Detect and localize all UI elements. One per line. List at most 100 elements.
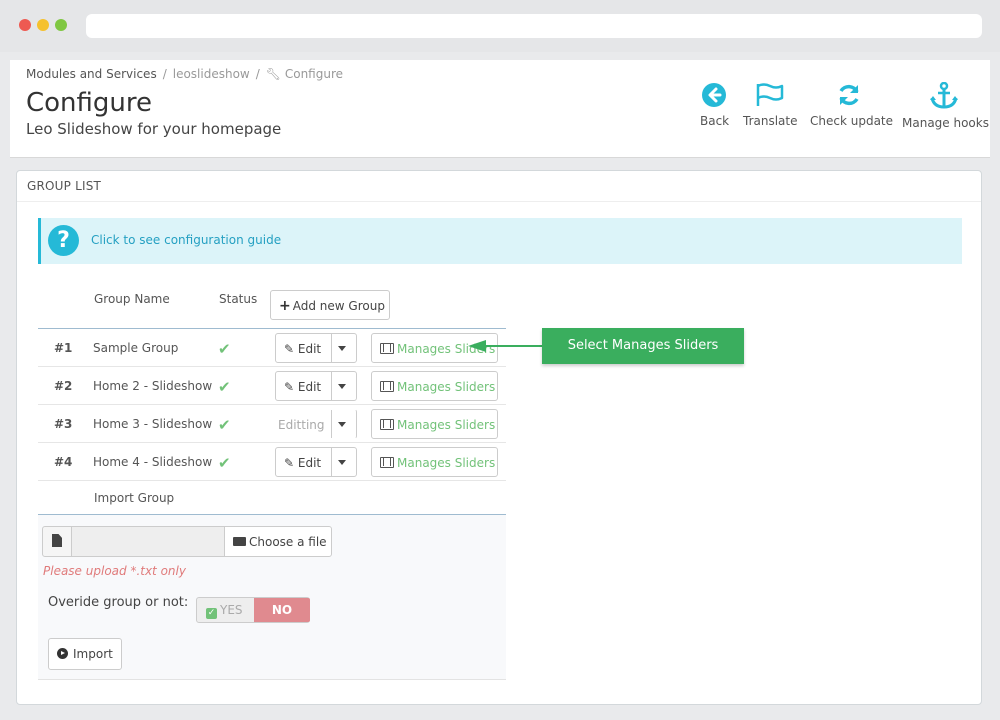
override-group-label: Overide group or not:	[48, 595, 189, 610]
row-number: #3	[54, 417, 73, 431]
edit-label: ✎ Edit	[284, 456, 322, 470]
group-name: Home 3 - Slideshow	[93, 417, 213, 431]
manage-hooks-label: Manage hooks	[902, 116, 989, 130]
question-icon: ?	[48, 225, 79, 256]
back-button[interactable]: Back	[700, 82, 730, 128]
manages-sliders-button[interactable]: Manages Sliders	[371, 409, 498, 439]
manages-sliders-button[interactable]: Manages Sliders	[371, 447, 498, 477]
back-arrow-icon	[702, 83, 726, 107]
plus-icon: +	[279, 298, 291, 314]
row-number: #2	[54, 379, 73, 393]
manages-sliders-label: Manages Sliders	[397, 418, 496, 432]
breadcrumb-separator: /	[162, 67, 167, 81]
configuration-guide-alert: ? Click to see configuration guide	[38, 218, 962, 264]
check-icon: ✓	[206, 608, 217, 619]
minimize-window-dot[interactable]	[37, 19, 49, 31]
manages-sliders-button[interactable]: Manages Sliders	[371, 371, 498, 401]
caret-down-icon[interactable]	[338, 346, 346, 351]
circle-arrow-right-icon	[57, 648, 68, 659]
row-number: #4	[54, 455, 73, 469]
close-window-dot[interactable]	[19, 19, 31, 31]
back-label: Back	[700, 114, 730, 128]
toggle-no-option[interactable]: NO	[254, 598, 310, 622]
translate-button[interactable]: Translate	[743, 82, 798, 128]
file-icon	[52, 534, 62, 547]
flag-icon	[756, 83, 784, 106]
edit-dropdown-button[interactable]: ✎ Edit	[275, 333, 357, 363]
status-check-icon[interactable]: ✔	[218, 340, 231, 358]
editing-dropdown-button[interactable]: Editting	[275, 409, 357, 439]
table-row: #2 Home 2 - Slideshow ✔ ✎ Edit Manages S…	[38, 367, 506, 405]
group-list-panel: GROUP LIST ? Click to see configuration …	[16, 170, 982, 705]
file-icon-addon	[42, 526, 72, 557]
pencil-icon: ✎	[284, 380, 298, 394]
page-subtitle: Leo Slideshow for your homepage	[26, 120, 282, 138]
edit-label: ✎ Edit	[284, 380, 322, 394]
table-row: #1 Sample Group ✔ ✎ Edit Manages Sliders	[38, 329, 506, 367]
status-check-icon[interactable]: ✔	[218, 378, 231, 396]
film-icon	[380, 419, 394, 430]
split-divider	[331, 334, 332, 362]
translate-label: Translate	[743, 114, 798, 128]
breadcrumb-configure: Configure	[284, 67, 344, 81]
import-label: Import	[73, 647, 113, 661]
status-check-icon[interactable]: ✔	[218, 416, 231, 434]
edit-dropdown-button[interactable]: ✎ Edit	[275, 371, 357, 401]
table-row: #3 Home 3 - Slideshow ✔ Editting Manages…	[38, 405, 506, 443]
browser-chrome	[0, 0, 1000, 52]
split-divider	[331, 410, 332, 438]
group-name: Sample Group	[93, 341, 179, 355]
film-icon	[380, 343, 394, 354]
maximize-window-dot[interactable]	[55, 19, 67, 31]
file-name-input[interactable]	[72, 526, 224, 557]
status-check-icon[interactable]: ✔	[218, 454, 231, 472]
page-title: Configure	[26, 88, 153, 118]
add-new-group-button[interactable]: + Add new Group	[270, 290, 390, 320]
add-new-group-label: Add new Group	[292, 299, 385, 313]
editing-label: Editting	[278, 418, 325, 432]
pencil-icon: ✎	[284, 456, 298, 470]
caret-down-icon[interactable]	[338, 422, 346, 427]
upload-hint: Please upload *.txt only	[43, 564, 186, 578]
row-number: #1	[54, 341, 73, 355]
choose-file-label: Choose a file	[249, 535, 327, 549]
breadcrumb: Modules and Services / leoslideshow / 🔧︎ Con…	[26, 67, 343, 81]
page-header: Modules and Services / leoslideshow / 🔧︎ Con…	[10, 60, 990, 158]
panel-heading: GROUP LIST	[17, 171, 981, 202]
column-header-group-name: Group Name	[94, 292, 170, 306]
split-divider	[331, 448, 332, 476]
folder-open-icon	[233, 537, 246, 546]
breadcrumb-leoslideshow[interactable]: leoslideshow	[173, 67, 250, 81]
caret-down-icon[interactable]	[338, 460, 346, 465]
check-update-button[interactable]: Check update	[810, 82, 893, 128]
group-name: Home 2 - Slideshow	[93, 379, 213, 393]
annotation-callout: Select Manages Sliders	[542, 328, 744, 364]
address-bar[interactable]	[86, 14, 982, 38]
film-icon	[380, 381, 394, 392]
film-icon	[380, 457, 394, 468]
group-name: Home 4 - Slideshow	[93, 455, 213, 469]
manages-sliders-label: Manages Sliders	[397, 456, 496, 470]
check-update-label: Check update	[810, 114, 894, 128]
edit-label: ✎ Edit	[284, 342, 322, 356]
caret-down-icon[interactable]	[338, 384, 346, 389]
refresh-icon	[839, 84, 859, 106]
wrench-icon: 🔧︎	[265, 67, 285, 81]
import-button[interactable]: Import	[48, 638, 122, 670]
breadcrumb-modules[interactable]: Modules and Services	[26, 67, 157, 81]
breadcrumb-separator: /	[255, 67, 260, 81]
configuration-guide-link[interactable]: Click to see configuration guide	[91, 233, 281, 247]
choose-file-button[interactable]: Choose a file	[224, 526, 332, 557]
table-row: #4 Home 4 - Slideshow ✔ ✎ Edit Manages S…	[38, 443, 506, 481]
manages-sliders-label: Manages Sliders	[397, 380, 496, 394]
import-group-form: Choose a file Please upload *.txt only O…	[38, 514, 506, 680]
anchor-icon	[930, 82, 958, 109]
manage-hooks-button[interactable]: Manage hooks	[902, 82, 989, 130]
import-group-title: Import Group	[94, 491, 175, 505]
column-header-status: Status	[219, 292, 258, 306]
pencil-icon: ✎	[284, 342, 298, 356]
override-group-toggle[interactable]: ✓ YES NO	[196, 597, 310, 623]
edit-dropdown-button[interactable]: ✎ Edit	[275, 447, 357, 477]
toggle-yes-option[interactable]: ✓ YES	[197, 598, 253, 622]
annotation-arrow-line	[484, 345, 542, 347]
